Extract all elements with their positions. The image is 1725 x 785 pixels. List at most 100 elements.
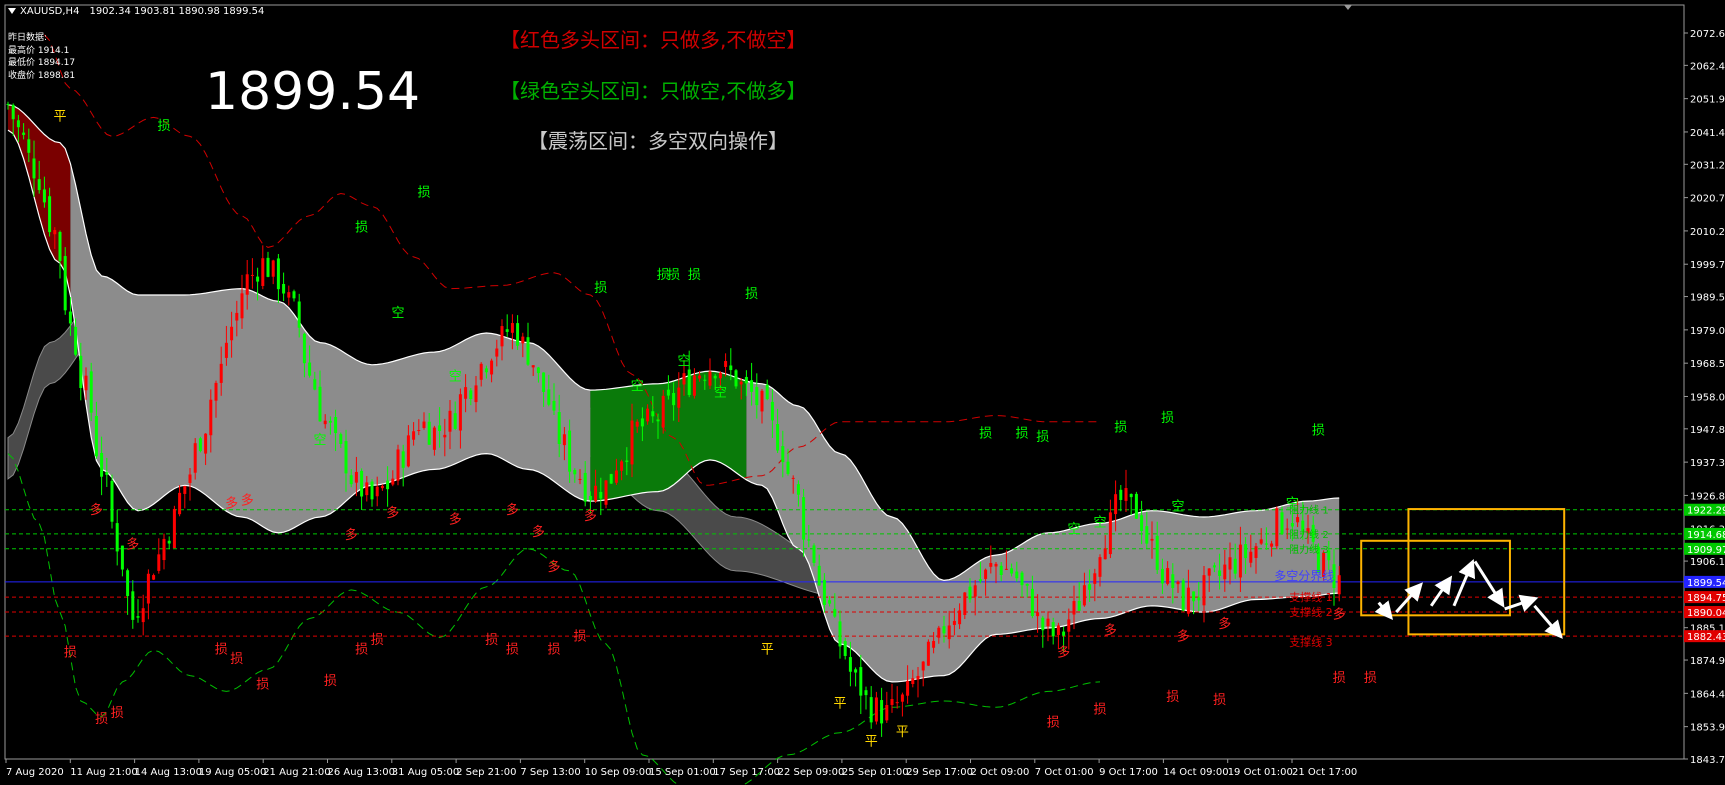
y-tick-label: 1926.80 (1690, 491, 1725, 502)
y-tick-label: 2031.20 (1690, 160, 1725, 171)
candle-body (479, 363, 483, 380)
y-tick-label: 2072.60 (1690, 29, 1725, 40)
signal-marker: 损 (355, 642, 368, 657)
level-price-label: 1909.97 (1687, 545, 1725, 556)
signal-marker: 多 (126, 537, 139, 553)
level-price-label: 1882.43 (1687, 632, 1725, 643)
candle-body (250, 274, 254, 276)
chart-window[interactable]: 平空空空空空空平平平平空空空空多多多多多多多多多多多多多多多多损损损损损损损损损… (0, 0, 1725, 785)
candle-body (900, 694, 904, 702)
candle-body (942, 626, 946, 634)
candle-body (874, 697, 878, 722)
candle-body (1114, 494, 1118, 515)
candle-body (1296, 517, 1300, 523)
candle-body (786, 461, 790, 474)
candle-body (516, 323, 520, 346)
candle-body (911, 678, 915, 685)
candle-body (328, 420, 332, 423)
candle-body (672, 392, 676, 406)
signal-marker: 平 (761, 642, 774, 657)
signal-marker: 多 (449, 511, 462, 527)
y-tick-label: 2041.40 (1690, 128, 1725, 139)
candle-body (1072, 601, 1076, 615)
x-tick-label: 21 Oct 17:00 (1292, 767, 1357, 778)
candle-body (453, 413, 457, 429)
candle-body (438, 425, 442, 432)
candle-body (1082, 585, 1086, 606)
candle-body (235, 312, 239, 321)
signal-marker: 空 (1067, 522, 1080, 537)
candle-body (484, 368, 488, 373)
candle-body (682, 373, 686, 385)
candle-body (469, 390, 473, 399)
forecast-arrow (1429, 575, 1453, 607)
candle-body (297, 301, 301, 328)
candle-body (822, 579, 826, 605)
signal-marker: 多 (345, 527, 358, 543)
candle-body (973, 585, 977, 597)
candle-body (375, 486, 379, 497)
candle-body (755, 387, 759, 406)
signal-marker: 平 (896, 725, 909, 740)
candle-body (1077, 600, 1081, 611)
candle-body (1160, 568, 1164, 584)
candle-body (308, 362, 312, 376)
signal-marker: 多 (1333, 606, 1346, 622)
candle-body (661, 395, 665, 428)
candle-body (510, 323, 514, 333)
candle-body (505, 329, 509, 332)
candle-body (354, 471, 358, 483)
candle-body (703, 379, 707, 381)
signal-marker: 平 (865, 734, 878, 749)
candle-body (209, 399, 213, 436)
candle-body (848, 657, 852, 672)
candle-body (1166, 568, 1170, 584)
candle-body (391, 478, 395, 485)
candle-body (48, 196, 52, 233)
candle-body (770, 401, 774, 421)
candle-body (162, 538, 166, 561)
resistance-1-label: 阻力线 1 (1289, 504, 1329, 517)
candle-body (1186, 587, 1190, 614)
candle-body (1197, 597, 1201, 601)
signal-marker: 损 (1036, 430, 1049, 445)
signal-marker: 多 (1104, 622, 1117, 638)
candle-body (708, 371, 712, 386)
candle-body (744, 376, 748, 384)
candle-body (854, 669, 858, 673)
signal-marker: 损 (1333, 671, 1346, 686)
x-tick-label: 7 Oct 01:00 (1035, 767, 1094, 778)
y-tick-label: 2051.90 (1690, 95, 1725, 106)
x-tick-label: 19 Aug 05:00 (199, 767, 266, 778)
signal-marker: 损 (324, 674, 337, 689)
signal-marker: 损 (506, 642, 519, 657)
y-tick-label: 1979.00 (1690, 326, 1725, 337)
collapse-triangle-icon[interactable] (8, 8, 16, 14)
candle-body (666, 389, 670, 396)
candle-body (869, 697, 873, 723)
candle-body (79, 355, 83, 389)
candle-body (1140, 515, 1144, 531)
candle-body (386, 480, 390, 490)
candle-body (802, 497, 806, 540)
candle-body (1337, 575, 1341, 595)
candle-body (84, 375, 88, 391)
x-tick-label: 17 Sep 17:00 (713, 767, 780, 778)
candle-body (94, 415, 98, 457)
candle-body (1020, 572, 1024, 586)
candle-body (828, 600, 832, 604)
candle-body (625, 460, 629, 462)
candle-body (1145, 526, 1149, 544)
candle-body (573, 470, 577, 475)
candle-body (396, 449, 400, 481)
candle-body (656, 419, 660, 422)
candle-body (1212, 565, 1216, 568)
symbol-label: XAUUSD,H4 (20, 6, 80, 17)
candle-body (1228, 557, 1232, 570)
candle-body (256, 276, 260, 282)
candle-body (63, 256, 67, 311)
candle-body (323, 420, 327, 425)
signal-marker: 损 (215, 642, 228, 657)
x-tick-label: 2 Sep 21:00 (456, 767, 516, 778)
level-price-label: 1894.75 (1687, 593, 1725, 604)
